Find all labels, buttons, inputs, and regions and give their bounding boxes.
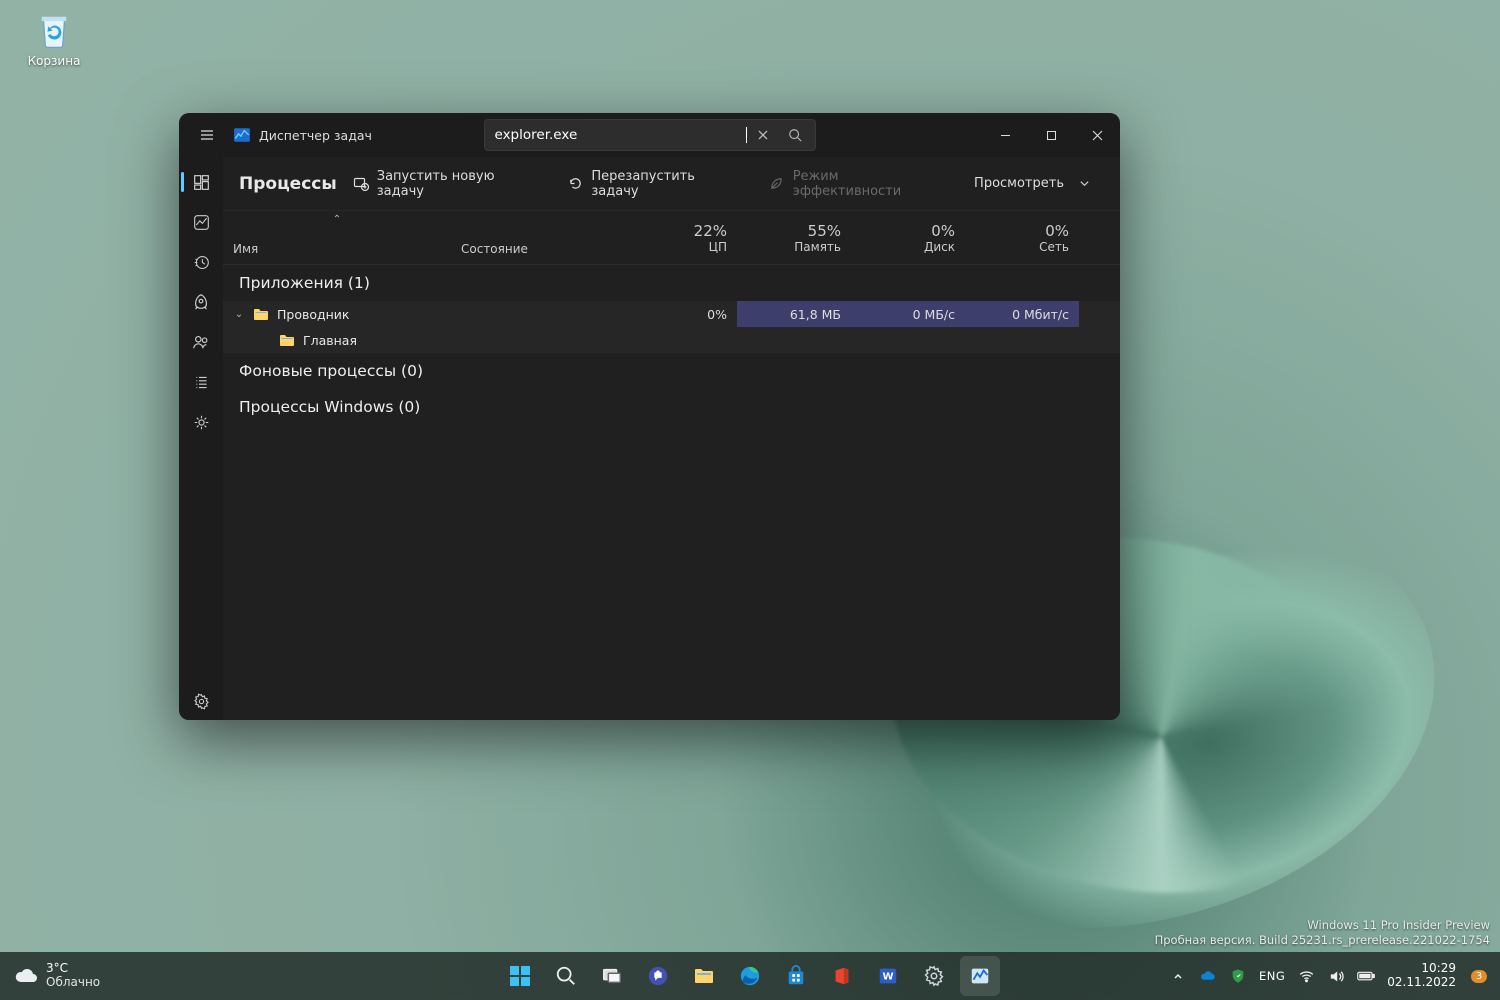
nav-settings[interactable]	[181, 682, 221, 720]
tray-overflow-icon[interactable]	[1169, 967, 1187, 985]
search-box[interactable]	[484, 119, 816, 151]
app-icon	[233, 126, 251, 144]
maximize-button[interactable]	[1028, 113, 1074, 157]
search-input[interactable]	[495, 127, 748, 143]
run-task-icon	[353, 176, 369, 192]
table-row[interactable]: Главная	[223, 327, 1120, 353]
tray-language[interactable]: ENG	[1259, 969, 1285, 983]
recycle-bin-icon	[33, 8, 75, 50]
group-windows[interactable]: Процессы Windows (0)	[223, 389, 1120, 425]
nav-services[interactable]	[181, 403, 221, 441]
search-button[interactable]	[546, 956, 586, 996]
process-name: Главная	[303, 333, 357, 348]
folder-icon	[279, 333, 295, 347]
close-button[interactable]	[1074, 113, 1120, 157]
taskbar-launchers: W	[500, 956, 1000, 996]
taskbar-taskmgr[interactable]	[960, 956, 1000, 996]
taskbar-word[interactable]: W	[868, 956, 908, 996]
toolbar: Процессы Запустить новую задачу Перезапу…	[223, 157, 1120, 211]
start-button[interactable]	[500, 956, 540, 996]
titlebar[interactable]: Диспетчер задач	[179, 113, 1120, 157]
taskbar[interactable]: 3°C Облачно W ENG 10:29 02.11.2022 3	[0, 952, 1500, 1000]
group-background[interactable]: Фоновые процессы (0)	[223, 353, 1120, 389]
clear-search-button[interactable]	[747, 121, 779, 149]
run-task-label: Запустить новую задачу	[377, 169, 540, 199]
tray-battery-icon[interactable]	[1357, 967, 1375, 985]
taskbar-settings[interactable]	[914, 956, 954, 996]
taskbar-office[interactable]	[822, 956, 862, 996]
cell-memory: 61,8 МБ	[737, 301, 851, 327]
desktop-icon-label: Корзина	[14, 54, 94, 68]
window-title: Диспетчер задач	[259, 128, 372, 143]
cell-cpu: 0%	[623, 301, 737, 327]
nav-users[interactable]	[181, 323, 221, 361]
tray-clock[interactable]: 10:29 02.11.2022	[1387, 962, 1456, 990]
tray-onedrive-icon[interactable]	[1199, 967, 1217, 985]
col-disk[interactable]: 0%Диск	[851, 211, 965, 264]
cloud-icon	[14, 964, 38, 988]
chevron-down-icon	[1076, 176, 1092, 192]
taskbar-chat[interactable]	[638, 956, 678, 996]
nav-rail	[179, 157, 223, 720]
task-view-button[interactable]	[592, 956, 632, 996]
process-name: Проводник	[277, 307, 350, 322]
taskbar-edge[interactable]	[730, 956, 770, 996]
cell-disk: 0 МБ/с	[851, 301, 965, 327]
nav-details[interactable]	[181, 363, 221, 401]
taskbar-weather[interactable]: 3°C Облачно	[0, 962, 100, 990]
desktop-recycle-bin[interactable]: Корзина	[14, 8, 94, 68]
sort-asc-icon: ⌃	[333, 214, 341, 225]
col-network[interactable]: 0%Сеть	[965, 211, 1079, 264]
restart-task-label: Перезапустить задачу	[591, 169, 741, 199]
page-heading: Процессы	[239, 174, 337, 194]
nav-processes[interactable]	[181, 163, 221, 201]
nav-app-history[interactable]	[181, 243, 221, 281]
col-name[interactable]: ⌃ Имя	[223, 211, 451, 264]
expand-icon[interactable]: ⌄	[233, 309, 245, 320]
cell-network: 0 Мбит/с	[965, 301, 1079, 327]
weather-cond: Облачно	[46, 976, 100, 990]
view-label: Просмотреть	[974, 176, 1064, 191]
task-manager-window: Диспетчер задач	[179, 113, 1120, 720]
efficiency-mode-button: Режим эффективности	[757, 162, 958, 206]
folder-icon	[253, 307, 269, 321]
tray-defender-icon[interactable]	[1229, 967, 1247, 985]
windows-watermark: Windows 11 Pro Insider Preview Пробная в…	[1155, 918, 1490, 948]
nav-startup[interactable]	[181, 283, 221, 321]
taskbar-explorer[interactable]	[684, 956, 724, 996]
minimize-button[interactable]	[982, 113, 1028, 157]
tray-volume-icon[interactable]	[1327, 967, 1345, 985]
system-tray[interactable]: ENG 10:29 02.11.2022 3	[1169, 962, 1500, 990]
taskbar-store[interactable]	[776, 956, 816, 996]
search-button[interactable]	[779, 121, 811, 149]
efficiency-label: Режим эффективности	[793, 169, 946, 199]
col-memory[interactable]: 55%Память	[737, 211, 851, 264]
col-status[interactable]: Состояние	[451, 211, 623, 264]
nav-performance[interactable]	[181, 203, 221, 241]
table-row[interactable]: ⌄ Проводник 0% 61,8 МБ 0 МБ/с 0 Мбит/с	[223, 301, 1120, 327]
svg-text:W: W	[882, 972, 893, 983]
run-new-task-button[interactable]: Запустить новую задачу	[341, 162, 552, 206]
leaf-icon	[769, 176, 784, 192]
tray-notifications[interactable]: 3	[1468, 965, 1490, 987]
col-cpu[interactable]: 22%ЦП	[623, 211, 737, 264]
process-list[interactable]: Приложения (1) ⌄ Проводник 0% 61,8 МБ 0 …	[223, 265, 1120, 720]
group-apps[interactable]: Приложения (1)	[223, 265, 1120, 301]
table-header[interactable]: ⌃ Имя Состояние 22%ЦП 55%Память 0%Диск 0…	[223, 211, 1120, 265]
weather-temp: 3°C	[46, 962, 100, 976]
view-button[interactable]: Просмотреть	[962, 169, 1104, 199]
restart-task-button[interactable]: Перезапустить задачу	[556, 162, 753, 206]
tray-wifi-icon[interactable]	[1297, 967, 1315, 985]
nav-toggle-button[interactable]	[187, 115, 227, 155]
restart-icon	[568, 176, 583, 192]
